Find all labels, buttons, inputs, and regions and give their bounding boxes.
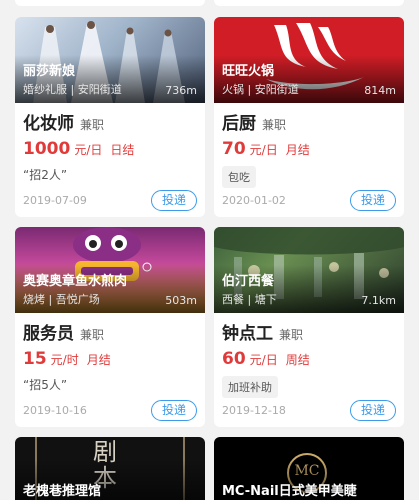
job-title: 化妆师 xyxy=(23,114,74,134)
job-title: 钟点工 xyxy=(222,324,273,344)
octopus-logo: 奥赛奥章鱼水煎肉 烧烤 | 吾悦广场 503m xyxy=(15,227,205,313)
distance: 503m xyxy=(165,294,197,307)
shop-name: 老槐巷推理馆 xyxy=(23,484,102,499)
pay-unit: 元/日 xyxy=(74,143,103,157)
pay-amount: 15 xyxy=(23,349,47,369)
shop-name: 奥赛奥章鱼水煎肉 xyxy=(23,274,128,289)
job-card[interactable]: 奥赛奥章鱼水煎肉 烧烤 | 吾悦广场 503m 服务员 兼职 15 元/时 月结… xyxy=(15,227,205,427)
shop-name: 伯汀西餐 xyxy=(222,274,275,289)
pay-amount: 60 xyxy=(222,349,246,369)
mystery-script-logo: 剧本 老槐巷推理馆 xyxy=(15,437,205,500)
job-title: 后厨 xyxy=(222,114,256,134)
job-tag: 包吃 xyxy=(222,166,256,188)
card-partial-top-right[interactable] xyxy=(214,0,404,6)
post-date: 2019-12-18 xyxy=(222,404,286,417)
job-type: 兼职 xyxy=(279,328,304,342)
restaurant-interior-photo: 伯汀西餐 西餐 | 塘下 7.1km xyxy=(214,227,404,313)
pay-unit: 元/日 xyxy=(249,353,278,367)
shop-name: 旺旺火锅 xyxy=(222,64,275,79)
job-card[interactable]: MC MC-Nail日式美甲美睫 xyxy=(214,437,404,500)
apply-button[interactable]: 投递 xyxy=(350,400,396,421)
hotpot-logo: 旺旺火锅 火锅 | 安阳街道 814m xyxy=(214,17,404,103)
nail-salon-logo: MC MC-Nail日式美甲美睫 xyxy=(214,437,404,500)
pay-unit: 元/时 xyxy=(50,353,79,367)
job-type: 兼职 xyxy=(80,328,105,342)
distance: 736m xyxy=(165,84,197,97)
settlement: 月结 xyxy=(285,143,310,157)
post-date: 2020-01-02 xyxy=(222,194,286,207)
job-title: 服务员 xyxy=(23,324,74,344)
job-card[interactable]: 旺旺火锅 火锅 | 安阳街道 814m 后厨 兼职 70 元/日 月结 包吃 2… xyxy=(214,17,404,217)
pay-amount: 70 xyxy=(222,139,246,159)
job-tag: “招2人” xyxy=(23,168,68,182)
pay-unit: 元/日 xyxy=(249,143,278,157)
job-type: 兼职 xyxy=(80,118,105,132)
post-date: 2019-07-09 xyxy=(23,194,87,207)
job-tag: “招5人” xyxy=(23,378,68,392)
shop-meta: 西餐 | 塘下 xyxy=(222,293,277,306)
settlement: 周结 xyxy=(285,353,310,367)
shop-meta: 婚纱礼服 | 安阳街道 xyxy=(23,83,122,96)
shop-name: MC-Nail日式美甲美睫 xyxy=(222,484,357,499)
settlement: 日结 xyxy=(110,143,135,157)
job-tag: 加班补助 xyxy=(222,376,278,398)
job-card[interactable]: 剧本 老槐巷推理馆 xyxy=(15,437,205,500)
apply-button[interactable]: 投递 xyxy=(350,190,396,211)
apply-button[interactable]: 投递 xyxy=(151,400,197,421)
pay-amount: 1000 xyxy=(23,139,71,159)
job-type: 兼职 xyxy=(262,118,287,132)
shop-meta: 火锅 | 安阳街道 xyxy=(222,83,299,96)
distance: 7.1km xyxy=(361,294,396,307)
shop-meta: 烧烤 | 吾悦广场 xyxy=(23,293,100,306)
job-card[interactable]: 丽莎新娘 婚纱礼服 | 安阳街道 736m 化妆师 兼职 1000 元/日 日结… xyxy=(15,17,205,217)
apply-button[interactable]: 投递 xyxy=(151,190,197,211)
card-partial-top-left[interactable] xyxy=(15,0,205,6)
post-date: 2019-10-16 xyxy=(23,404,87,417)
settlement: 月结 xyxy=(86,353,111,367)
distance: 814m xyxy=(364,84,396,97)
job-card[interactable]: 伯汀西餐 西餐 | 塘下 7.1km 钟点工 兼职 60 元/日 周结 加班补助… xyxy=(214,227,404,427)
bridal-gown-photo: 丽莎新娘 婚纱礼服 | 安阳街道 736m xyxy=(15,17,205,103)
shop-name: 丽莎新娘 xyxy=(23,64,76,79)
